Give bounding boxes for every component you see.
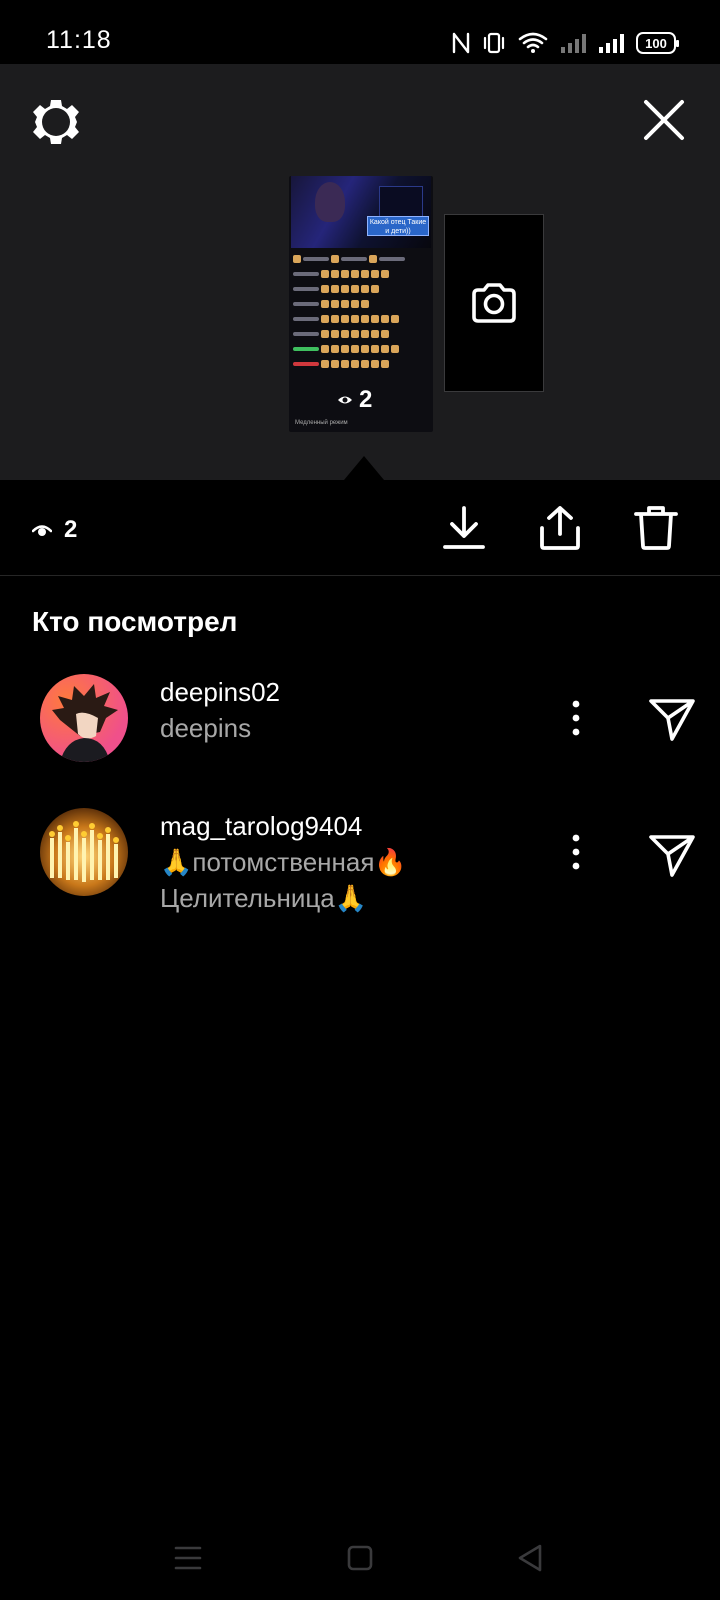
anime-character-avatar [52, 684, 118, 762]
viewer-username[interactable]: deepins02 [160, 674, 280, 710]
avatar[interactable] [40, 808, 128, 896]
chat-line [293, 344, 429, 353]
trash-icon [634, 506, 678, 550]
close-icon [644, 100, 684, 140]
close-button[interactable] [640, 96, 688, 144]
signal-icon [561, 34, 586, 53]
story-thumbnail[interactable]: Какой отец Такие и дети)) 2 Медленный ре… [289, 176, 433, 432]
eye-icon [32, 525, 52, 536]
send-icon [649, 699, 695, 741]
viewers-title: Кто посмотрел [32, 606, 238, 637]
thumbnail-views-value: 2 [359, 386, 373, 413]
chat-line [293, 314, 429, 323]
avatar[interactable] [40, 674, 128, 762]
chat-line [293, 269, 429, 278]
nfc-icon [452, 32, 470, 54]
send-message-button[interactable] [648, 830, 696, 878]
thumbnail-banner: Какой отец Такие и дети)) [367, 216, 429, 236]
chat-line [293, 254, 429, 263]
thumbnail-video-frame [291, 176, 431, 248]
chat-line [293, 359, 429, 368]
thumbnail-view-count: 2 [337, 386, 372, 414]
status-icons: 100 [452, 28, 679, 58]
chat-line [293, 284, 429, 293]
story-preview-area: Какой отец Такие и дети)) 2 Медленный ре… [0, 64, 720, 480]
vibrate-icon [483, 32, 505, 54]
share-icon [540, 506, 580, 550]
send-message-button[interactable] [648, 694, 696, 742]
story-toolbar: 2 [0, 480, 720, 576]
thumbnail-screen [379, 186, 423, 220]
status-time: 11:18 [46, 26, 112, 54]
candles-avatar [49, 821, 119, 882]
gear-icon [33, 100, 79, 144]
settings-button[interactable] [30, 96, 82, 148]
battery-level: 100 [645, 35, 667, 51]
thumbnail-chat-feed [293, 254, 429, 374]
more-options-button[interactable] [556, 698, 596, 738]
add-story-camera-tile[interactable] [444, 214, 544, 392]
share-button[interactable] [536, 504, 584, 552]
thumbnail-footer: Медленный режим [295, 420, 348, 426]
status-bar: 11:18 100 [0, 0, 720, 64]
viewer-info: deepins02 deepins [160, 674, 280, 746]
selection-pointer [344, 456, 384, 480]
download-button[interactable] [440, 504, 488, 552]
viewer-row[interactable]: deepins02 deepins [0, 674, 720, 766]
eye-icon [338, 396, 352, 404]
back-icon [518, 1544, 542, 1572]
recent-apps-button[interactable] [170, 1540, 206, 1576]
viewer-info: mag_tarolog9404 🙏потомственная🔥 Целитель… [160, 808, 460, 916]
wifi-icon [518, 32, 548, 53]
home-button[interactable] [342, 1540, 378, 1576]
more-options-button[interactable] [556, 832, 596, 872]
delete-button[interactable] [632, 504, 680, 552]
battery-icon: 100 [636, 32, 679, 54]
viewer-row[interactable]: mag_tarolog9404 🙏потомственная🔥 Целитель… [0, 808, 720, 918]
home-icon [347, 1545, 373, 1571]
download-icon [443, 506, 485, 549]
chat-line [293, 299, 429, 308]
viewer-fullname: deepins [160, 713, 252, 743]
signal-icon [599, 34, 624, 53]
more-vertical-icon [572, 700, 580, 736]
view-count[interactable]: 2 [32, 516, 77, 544]
menu-icon [174, 1546, 202, 1570]
viewer-fullname: 🙏потомственная🔥 Целительница🙏 [160, 847, 407, 913]
thumbnail-person [315, 182, 345, 222]
chat-line [293, 329, 429, 338]
viewer-username[interactable]: mag_tarolog9404 [160, 808, 460, 844]
send-icon [649, 835, 695, 877]
system-nav-bar [0, 1512, 720, 1600]
view-count-value: 2 [64, 516, 78, 543]
more-vertical-icon [572, 834, 580, 870]
camera-icon [472, 283, 516, 323]
back-button[interactable] [512, 1540, 548, 1576]
